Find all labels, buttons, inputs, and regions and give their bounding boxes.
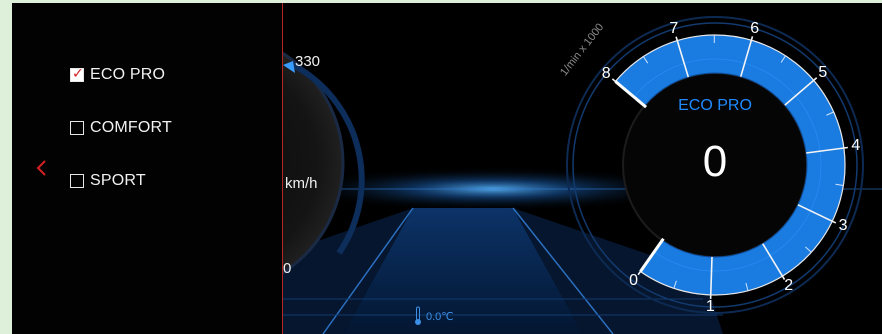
mode-option-label: COMFORT xyxy=(90,119,172,136)
chevron-left-icon[interactable] xyxy=(32,155,52,181)
tach-tick-label: 3 xyxy=(838,217,848,235)
tach-tick-label: 0 xyxy=(629,272,638,290)
tach-tick-label: 2 xyxy=(784,277,794,295)
temperature-value: 0.0℃ xyxy=(426,310,454,323)
instrument-cluster: 330 km/h 0 1/min x 1000 ECO PRO 0 012345… xyxy=(283,3,882,334)
mode-option-eco-pro[interactable]: ✓ ECO PRO xyxy=(70,64,165,86)
current-mode-label: ECO PRO xyxy=(678,97,752,114)
rpm-value: 0 xyxy=(702,137,728,186)
checkbox-unchecked[interactable] xyxy=(70,174,84,188)
speed-unit-label: km/h xyxy=(285,175,318,192)
tach-tick-label: 6 xyxy=(750,19,760,37)
mode-option-label: SPORT xyxy=(90,172,146,189)
tach-tick-label: 4 xyxy=(851,137,861,155)
check-icon: ✓ xyxy=(72,65,84,81)
mode-option-sport[interactable]: SPORT xyxy=(70,170,146,192)
mode-option-label: ECO PRO xyxy=(90,66,166,83)
tach-tick-label: 1 xyxy=(705,297,715,315)
tach-tick-label: 7 xyxy=(669,20,679,38)
drive-mode-menu: ✓ ECO PRO COMFORT SPORT xyxy=(12,3,284,334)
checkbox-checked[interactable]: ✓ xyxy=(70,65,84,82)
speed-max-label: 330 xyxy=(295,53,321,70)
tach-tick-label: 5 xyxy=(818,63,828,81)
dashboard-screen: ✓ ECO PRO COMFORT SPORT 330 km/h 0 1/min… xyxy=(12,3,882,334)
mode-option-comfort[interactable]: COMFORT xyxy=(70,117,172,139)
outside-temperature: 0.0℃ xyxy=(413,306,454,326)
speed-min-label: 0 xyxy=(283,260,292,277)
tach-tick-label: 8 xyxy=(601,64,611,82)
checkbox-unchecked[interactable] xyxy=(70,121,84,135)
thermometer-icon xyxy=(415,306,421,325)
